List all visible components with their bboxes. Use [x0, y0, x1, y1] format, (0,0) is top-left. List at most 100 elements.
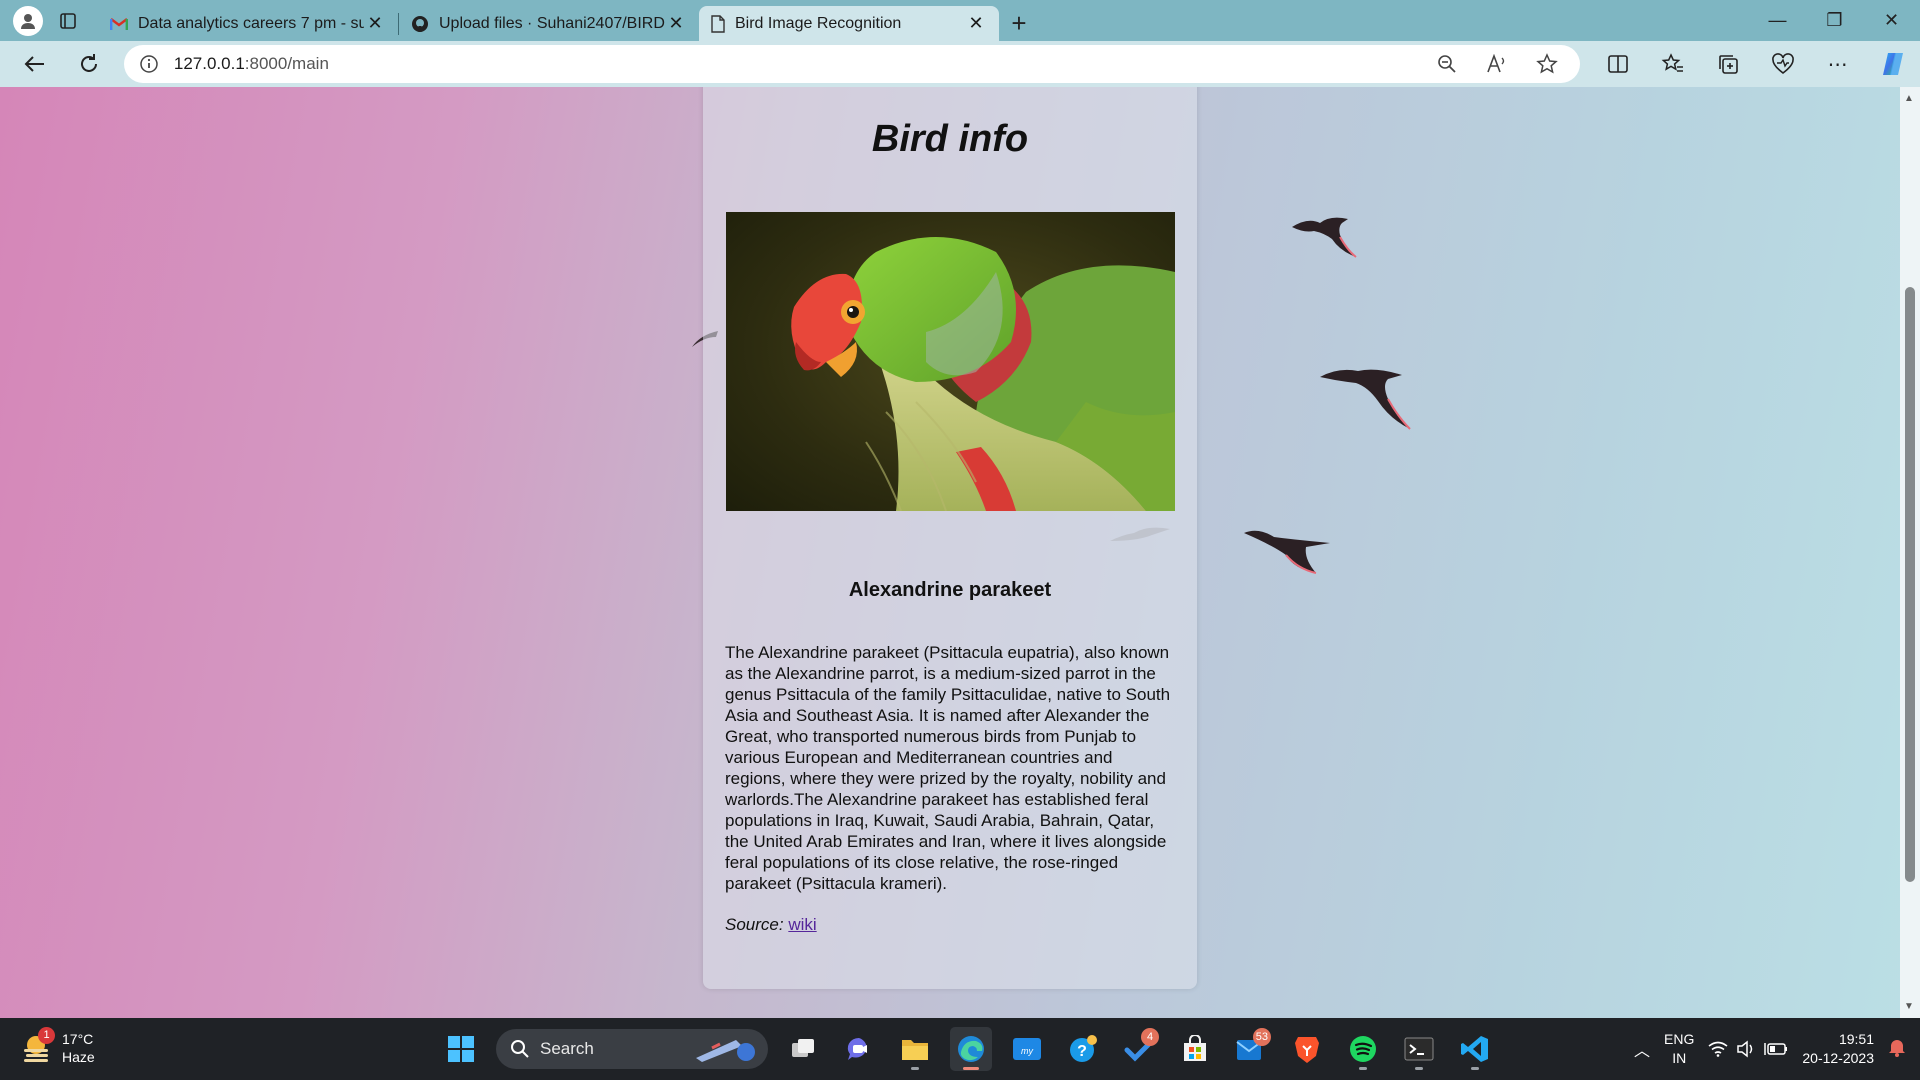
- browser-essentials-icon[interactable]: [1755, 41, 1810, 87]
- favorite-star-icon[interactable]: [1526, 53, 1568, 75]
- battery-icon: [1764, 1043, 1788, 1055]
- microsoft-store-button[interactable]: [1174, 1027, 1216, 1071]
- tab-title: Upload files · Suhani2407/BIRD-I: [439, 14, 665, 32]
- taskbar-apps: Search my ? 4 53: [440, 1027, 1496, 1071]
- running-indicator: [911, 1067, 919, 1070]
- edge-button[interactable]: [950, 1027, 992, 1071]
- clock-time: 19:51: [1838, 1031, 1874, 1047]
- scroll-up-icon[interactable]: ▲: [1904, 93, 1914, 104]
- profile-icon: [13, 5, 43, 36]
- terminal-button[interactable]: [1398, 1027, 1440, 1071]
- input-language[interactable]: ENG IN: [1664, 1030, 1694, 1068]
- clock[interactable]: 19:51 20-12-2023: [1802, 1030, 1874, 1068]
- help-button[interactable]: ?: [1062, 1027, 1104, 1071]
- refresh-button[interactable]: [62, 41, 116, 87]
- tab-bird-image-recognition[interactable]: Bird Image Recognition ✕: [699, 6, 999, 41]
- zoom-icon[interactable]: [1426, 53, 1468, 75]
- brave-lion-icon: [1295, 1037, 1319, 1063]
- minimize-icon[interactable]: —: [1749, 0, 1806, 41]
- flying-bird-image: [1320, 369, 1411, 430]
- tab-actions-icon: [60, 12, 76, 29]
- search-highlight-icon: [696, 1040, 755, 1062]
- search-icon: [511, 1040, 529, 1058]
- close-tab-icon[interactable]: ✕: [665, 13, 687, 34]
- running-indicator: [1471, 1067, 1479, 1070]
- back-button[interactable]: [8, 41, 62, 87]
- back-arrow-icon: [24, 56, 44, 72]
- windows-logo-icon: [448, 1036, 474, 1062]
- mail-button[interactable]: 53: [1230, 1027, 1272, 1071]
- tab-gmail[interactable]: Data analytics careers 7 pm - suh ✕: [98, 6, 398, 41]
- taskbar-search[interactable]: Search: [496, 1029, 768, 1069]
- weather-temperature: 17°C: [62, 1031, 94, 1047]
- tab-title: Data analytics careers 7 pm - suh: [138, 14, 364, 32]
- source-label: Source:: [725, 915, 784, 934]
- running-indicator: [963, 1067, 979, 1070]
- settings-and-more-icon[interactable]: ⋯: [1810, 41, 1865, 87]
- todo-button[interactable]: 4: [1118, 1027, 1160, 1071]
- close-window-icon[interactable]: ✕: [1863, 0, 1920, 41]
- running-indicator: [1415, 1067, 1423, 1070]
- vertical-scrollbar[interactable]: ▲ ▼: [1900, 87, 1920, 1018]
- weather-haze-icon: 1: [20, 1027, 55, 1065]
- wiki-link[interactable]: wiki: [788, 915, 816, 934]
- task-view-icon: [792, 1039, 814, 1057]
- svg-text:?: ?: [1077, 1043, 1087, 1060]
- tab-actions-button[interactable]: [48, 0, 88, 41]
- page-viewport: Bird info Alexandrine parakeet The Alexa…: [0, 87, 1920, 1018]
- clock-date: 20-12-2023: [1802, 1050, 1874, 1066]
- brave-button[interactable]: [1286, 1027, 1328, 1071]
- task-view-button[interactable]: [782, 1027, 824, 1071]
- site-info-icon[interactable]: [124, 54, 174, 74]
- weather-condition: Haze: [62, 1049, 95, 1065]
- volume-icon: [1737, 1040, 1753, 1058]
- split-screen-icon[interactable]: [1590, 41, 1645, 87]
- spotify-icon: [1350, 1036, 1376, 1062]
- running-indicator: [1359, 1067, 1367, 1070]
- region-code: IN: [1672, 1050, 1687, 1066]
- myhp-icon: my: [1013, 1038, 1041, 1060]
- myhp-button[interactable]: my: [1006, 1027, 1048, 1071]
- start-button[interactable]: [440, 1027, 482, 1071]
- terminal-icon: [1404, 1037, 1434, 1061]
- notification-bell-icon[interactable]: [1888, 1037, 1906, 1062]
- weather-widget[interactable]: 1 17°C Haze: [20, 1027, 95, 1066]
- teams-chat-button[interactable]: [838, 1027, 880, 1071]
- store-icon: [1184, 1035, 1206, 1061]
- github-icon: [412, 15, 428, 32]
- file-explorer-button[interactable]: [894, 1027, 936, 1071]
- new-tab-button[interactable]: +: [999, 6, 1039, 41]
- gmail-icon: [110, 17, 128, 30]
- wifi-icon: [1708, 1041, 1728, 1057]
- page-icon: [711, 14, 725, 33]
- chat-icon: [847, 1037, 867, 1060]
- address-bar[interactable]: 127.0.0.1:8000/main: [123, 45, 1581, 83]
- bird-name: Alexandrine parakeet: [848, 579, 1052, 601]
- scroll-down-icon[interactable]: ▼: [1904, 1001, 1914, 1012]
- vscode-button[interactable]: [1454, 1027, 1496, 1071]
- search-label: Search: [540, 1039, 594, 1058]
- close-tab-icon[interactable]: ✕: [965, 13, 987, 34]
- close-tab-icon[interactable]: ✕: [364, 13, 386, 34]
- collections-icon[interactable]: [1700, 41, 1755, 87]
- page-title: Bird info: [871, 118, 1029, 160]
- read-aloud-icon[interactable]: [1476, 53, 1518, 75]
- quick-settings[interactable]: [1708, 1040, 1788, 1058]
- restore-icon[interactable]: ❐: [1806, 0, 1863, 41]
- system-tray: ︿ ENG IN 19:51 20-12-2023: [1634, 1026, 1906, 1072]
- tab-strip: Data analytics careers 7 pm - suh ✕ Uplo…: [0, 0, 1920, 41]
- bird-photo: [725, 212, 1175, 511]
- profile-button[interactable]: [8, 0, 48, 41]
- scrollbar-thumb[interactable]: [1905, 287, 1915, 882]
- tab-title: Bird Image Recognition: [735, 14, 902, 32]
- help-icon: ?: [1070, 1035, 1097, 1062]
- spotify-button[interactable]: [1342, 1027, 1384, 1071]
- copilot-icon[interactable]: [1865, 41, 1920, 87]
- weather-badge: 1: [38, 1027, 55, 1044]
- show-hidden-icons-icon[interactable]: ︿: [1634, 1037, 1650, 1061]
- folder-icon: [902, 1040, 928, 1060]
- todo-badge: 4: [1141, 1028, 1159, 1046]
- tab-github[interactable]: Upload files · Suhani2407/BIRD-I ✕: [399, 6, 699, 41]
- favorites-icon[interactable]: [1645, 41, 1700, 87]
- navigation-bar: 127.0.0.1:8000/main ⋯: [0, 41, 1920, 87]
